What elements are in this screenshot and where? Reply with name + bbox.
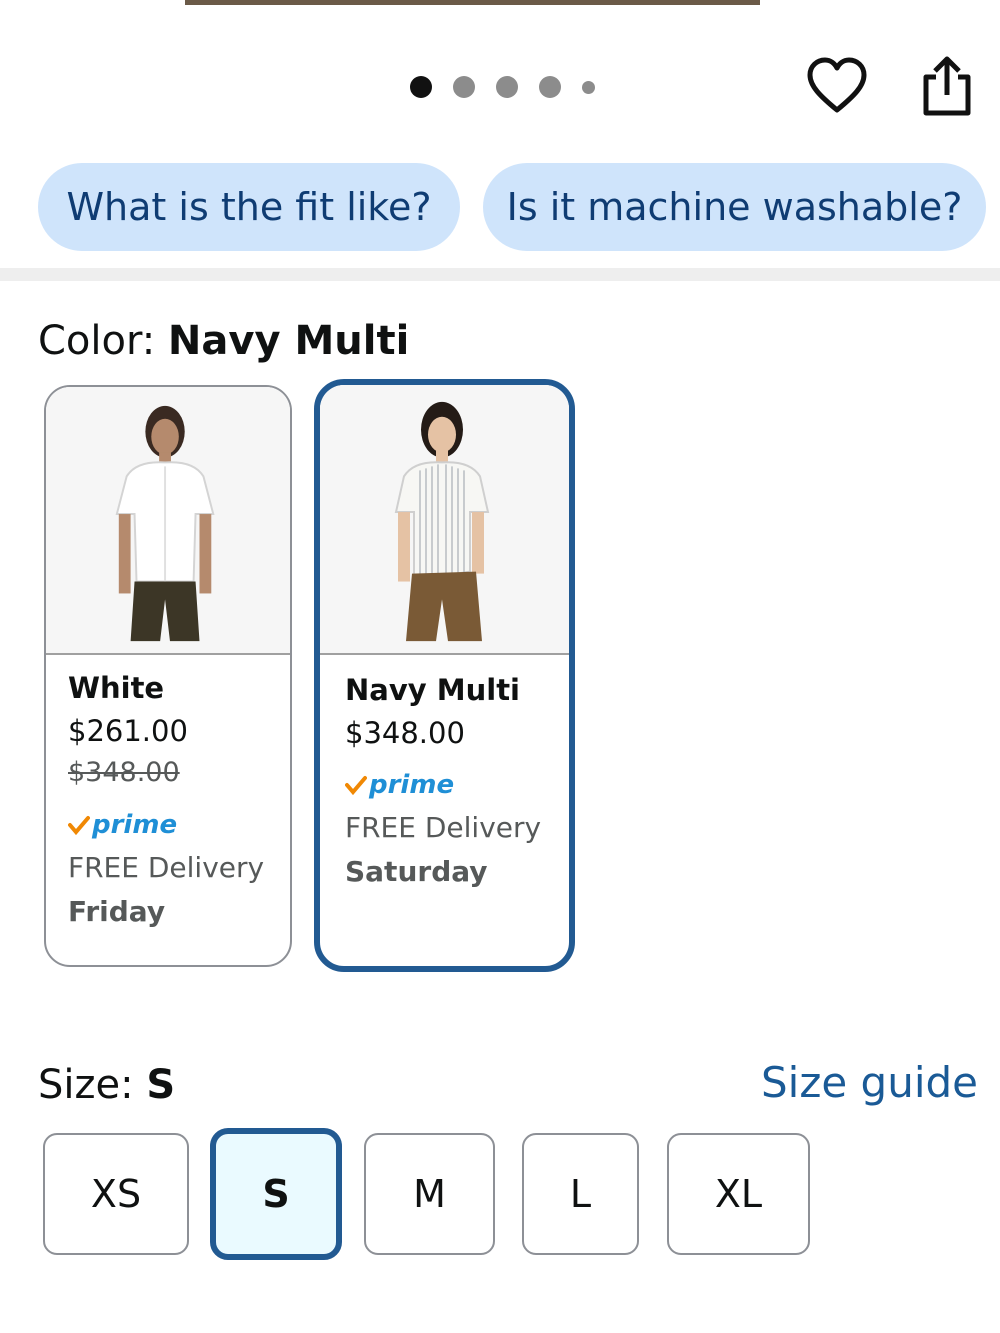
question-chip-fit[interactable]: What is the fit like? (38, 163, 460, 251)
carousel-indicator (410, 76, 595, 98)
prime-badge: prime (68, 799, 280, 851)
size-guide-link[interactable]: Size guide (761, 1058, 978, 1107)
selected-color-name: Navy Multi (167, 318, 410, 364)
carousel-dot[interactable] (453, 76, 475, 98)
delivery-day: Friday (68, 895, 166, 928)
color-selection-label: Color: Navy Multi (38, 318, 409, 364)
product-image-bottom-edge (185, 0, 760, 5)
size-option-xl[interactable]: XL (667, 1133, 810, 1255)
carousel-dot[interactable] (539, 76, 561, 98)
prime-check-icon (345, 776, 367, 796)
carousel-dot-active[interactable] (410, 76, 432, 98)
delivery-day: Saturday (345, 855, 488, 888)
size-option-s[interactable]: S (210, 1128, 342, 1260)
size-option-m[interactable]: M (364, 1133, 495, 1255)
option-list-price: $348.00 (68, 757, 180, 788)
color-option-white[interactable]: White $261.00 $348.00 prime FREE Deliver… (44, 385, 292, 967)
prime-label: prime (369, 770, 455, 800)
option-color-name: Navy Multi (345, 673, 520, 707)
heart-icon[interactable] (806, 56, 868, 118)
product-thumbnail-white (46, 387, 290, 655)
delivery-text: FREE Delivery (345, 811, 542, 844)
option-color-name: White (68, 671, 165, 705)
carousel-dot[interactable] (496, 76, 518, 98)
color-option-navy-multi[interactable]: Navy Multi $348.00 prime FREE Delivery S… (314, 379, 575, 972)
prime-check-icon (68, 816, 90, 836)
product-thumbnail-navy-multi (320, 385, 569, 655)
section-divider (0, 268, 1000, 281)
size-option-l[interactable]: L (522, 1133, 639, 1255)
carousel-dot[interactable] (582, 80, 595, 94)
share-icon[interactable] (918, 55, 976, 117)
size-selection-label: Size: S (38, 1062, 175, 1108)
size-option-xs[interactable]: XS (43, 1133, 189, 1255)
prime-badge: prime (345, 759, 559, 811)
option-price: $261.00 (68, 714, 188, 748)
question-chip-washable[interactable]: Is it machine washable? (483, 163, 986, 251)
size-label-prefix: Size: (38, 1062, 147, 1108)
color-label-prefix: Color: (38, 318, 168, 364)
delivery-text: FREE Delivery (68, 851, 265, 884)
option-price: $348.00 (345, 716, 465, 750)
prime-label: prime (92, 810, 178, 840)
selected-size: S (146, 1062, 176, 1108)
